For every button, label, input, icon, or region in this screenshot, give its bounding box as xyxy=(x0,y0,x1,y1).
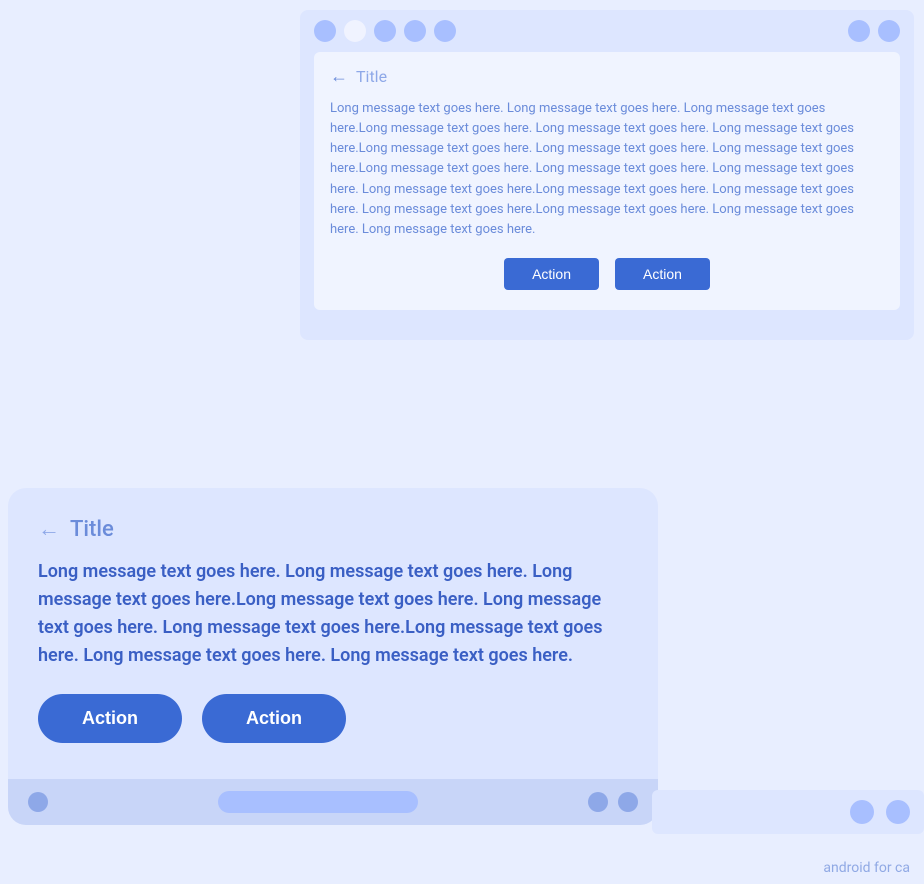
top-content-area: ← Title Long message text goes here. Lon… xyxy=(314,52,900,310)
dot-right-2 xyxy=(878,20,900,42)
nav-dots-right xyxy=(588,792,638,812)
bottom-content-area: ← Title Long message text goes here. Lon… xyxy=(8,488,658,779)
top-action-button-2[interactable]: Action xyxy=(615,258,710,290)
top-title-bar: ← Title xyxy=(330,66,884,87)
dot-right-1 xyxy=(848,20,870,42)
top-mockup: ← Title Long message text goes here. Lon… xyxy=(300,10,914,340)
dot-4 xyxy=(404,20,426,42)
top-title: Title xyxy=(356,67,387,86)
watermark: android for ca xyxy=(823,860,910,876)
bottom-message-body: Long message text goes here. Long messag… xyxy=(38,558,628,670)
right-dot-2 xyxy=(886,800,910,824)
dot-3 xyxy=(374,20,396,42)
bottom-button-row: Action Action xyxy=(38,694,628,759)
dot-5 xyxy=(434,20,456,42)
bottom-action-button-1[interactable]: Action xyxy=(38,694,182,743)
status-dots-right xyxy=(848,20,900,42)
bottom-mockup: ← Title Long message text goes here. Lon… xyxy=(8,488,658,825)
nav-dot-right-2 xyxy=(618,792,638,812)
dot-2-active xyxy=(344,20,366,42)
bottom-action-button-2[interactable]: Action xyxy=(202,694,346,743)
bottom-nav-bar xyxy=(8,779,658,825)
top-status-bar xyxy=(300,10,914,52)
dot-1 xyxy=(314,20,336,42)
bottom-back-arrow-icon[interactable]: ← xyxy=(38,516,60,542)
top-action-button-1[interactable]: Action xyxy=(504,258,599,290)
right-panel xyxy=(652,790,924,834)
nav-dot-right-1 xyxy=(588,792,608,812)
right-dot-1 xyxy=(850,800,874,824)
back-arrow-icon[interactable]: ← xyxy=(330,66,348,87)
status-dots-left xyxy=(314,20,456,42)
bottom-title-bar: ← Title xyxy=(38,516,628,542)
top-button-row: Action Action xyxy=(330,258,884,290)
nav-pill xyxy=(218,791,418,813)
top-message-body: Long message text goes here. Long messag… xyxy=(330,99,884,240)
nav-dot-left xyxy=(28,792,48,812)
bottom-title: Title xyxy=(70,517,114,542)
